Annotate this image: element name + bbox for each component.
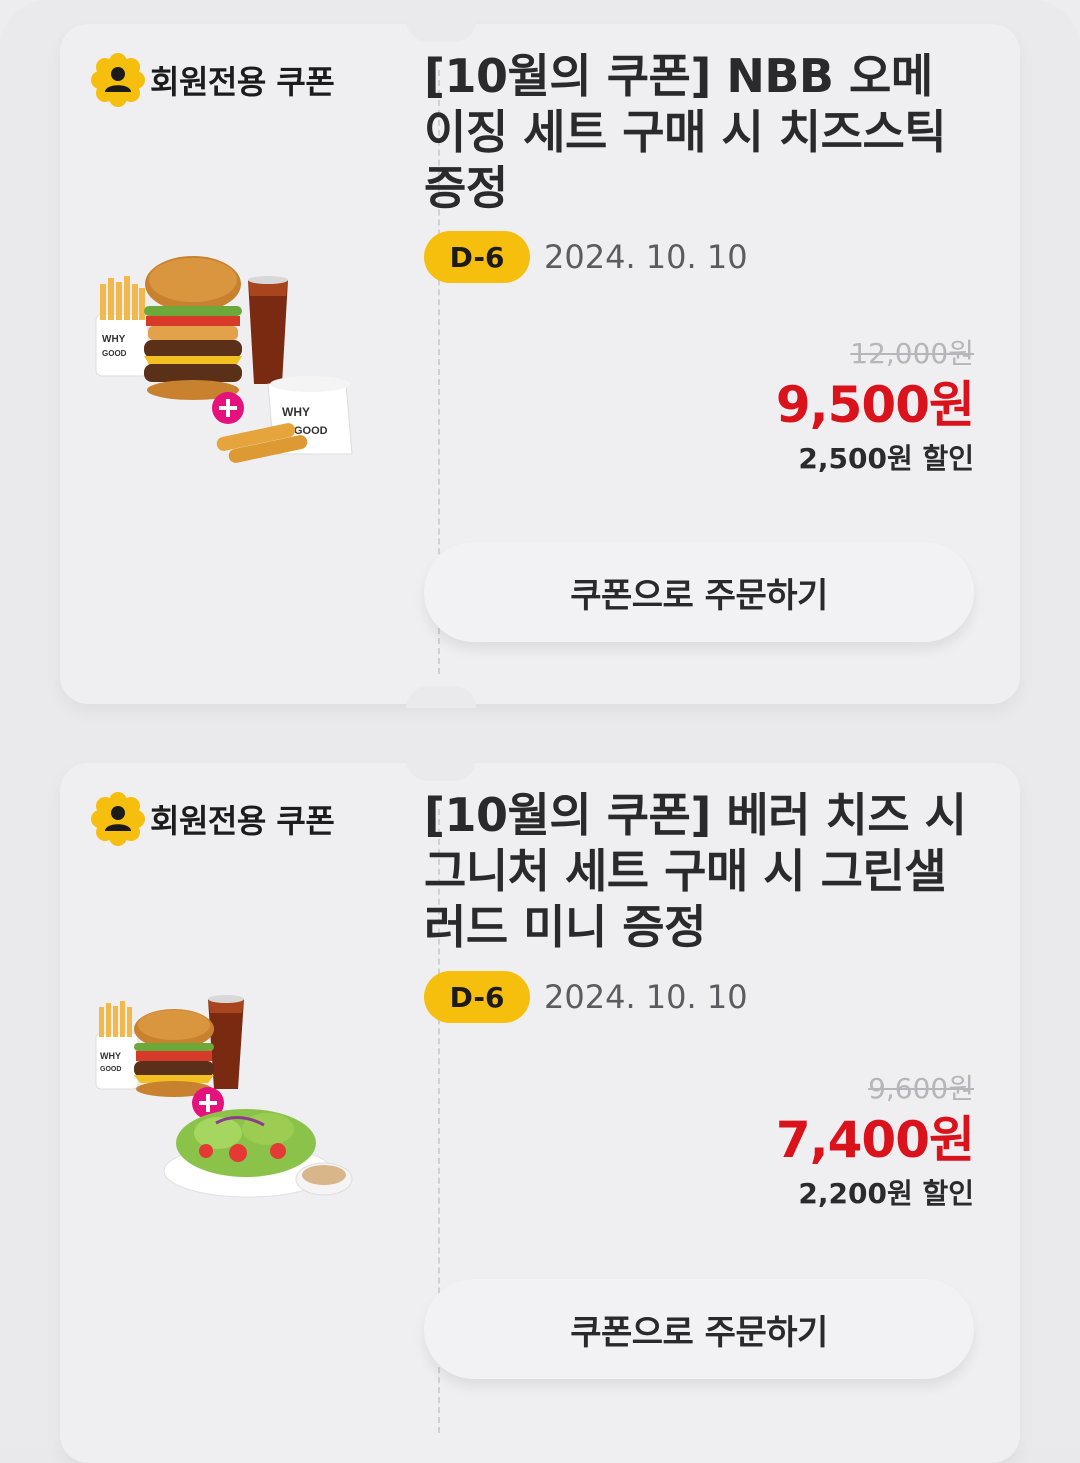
order-with-coupon-button[interactable]: 쿠폰으로 주문하기 xyxy=(424,1279,974,1379)
order-with-coupon-button[interactable]: 쿠폰으로 주문하기 xyxy=(424,542,974,642)
svg-text:WHY: WHY xyxy=(282,405,310,419)
svg-text:WHY: WHY xyxy=(100,1051,121,1061)
ticket-notch-top xyxy=(406,20,476,42)
svg-text:GOOD: GOOD xyxy=(294,425,328,437)
salad-icon xyxy=(163,1109,353,1198)
ticket-notch-top xyxy=(406,759,476,781)
sale-price: 9,500원 xyxy=(775,376,975,434)
svg-text:GOOD: GOOD xyxy=(102,349,127,358)
burger-set-with-green-salad-image: WHY GOOD xyxy=(95,995,353,1198)
coupon-card[interactable]: 회원전용 쿠폰 WHY GOOD xyxy=(60,20,1020,708)
member-icon xyxy=(91,792,145,846)
discount-amount: 2,200원 할인 xyxy=(798,1177,974,1210)
sale-price: 7,400원 xyxy=(775,1111,975,1169)
discount-amount: 2,500원 할인 xyxy=(798,442,974,475)
burger-set-with-cheese-sticks-image: WHY GOOD WHY GOOD xyxy=(95,256,353,463)
expiry-row: D-6 2024. 10. 10 xyxy=(424,971,748,1023)
expiry-date: 2024. 10. 10 xyxy=(544,238,748,276)
burger-icon xyxy=(134,1009,214,1097)
cola-icon xyxy=(208,995,244,1089)
svg-text:WHY: WHY xyxy=(102,334,126,345)
plus-icon xyxy=(212,392,244,424)
coupon-title: [10월의 쿠폰] 베러 치즈 시그니처 세트 구매 시 그린샐러드 미니 증정 xyxy=(424,788,967,954)
expiry-date: 2024. 10. 10 xyxy=(544,978,748,1016)
fries-icon: WHY GOOD xyxy=(95,1001,139,1090)
coupon-list: 회원전용 쿠폰 WHY GOOD WHY GOOD [10월의 쿠폰] NBB … xyxy=(0,0,1080,1463)
coupon-card[interactable]: 회원전용 쿠폰 WHY GOOD xyxy=(60,759,1020,1463)
badge-label: 회원전용 쿠폰 xyxy=(150,802,335,840)
original-price: 9,600원 xyxy=(868,1072,974,1105)
expiry-row: D-6 2024. 10. 10 xyxy=(424,231,748,283)
ticket-notch-bottom xyxy=(406,686,476,708)
badge-label: 회원전용 쿠폰 xyxy=(150,63,335,101)
original-price: 12,000원 xyxy=(850,337,974,370)
coupon-title: [10월의 쿠폰] NBB 오메이징 세트 구매 시 치즈스틱 증정 xyxy=(424,49,947,215)
price-block: 12,000원 9,500원 2,500원 할인 xyxy=(775,337,975,478)
dday-badge: D-6 xyxy=(424,231,530,283)
member-coupon-badge: 회원전용 쿠폰 xyxy=(90,791,335,847)
cola-icon xyxy=(248,276,288,384)
member-icon xyxy=(91,53,145,107)
price-block: 9,600원 7,400원 2,200원 할인 xyxy=(775,1072,975,1213)
burger-icon xyxy=(144,256,242,400)
dday-badge: D-6 xyxy=(424,971,530,1023)
member-coupon-badge: 회원전용 쿠폰 xyxy=(90,52,335,108)
svg-text:GOOD: GOOD xyxy=(100,1066,121,1073)
fries-icon: WHY GOOD xyxy=(95,276,149,377)
